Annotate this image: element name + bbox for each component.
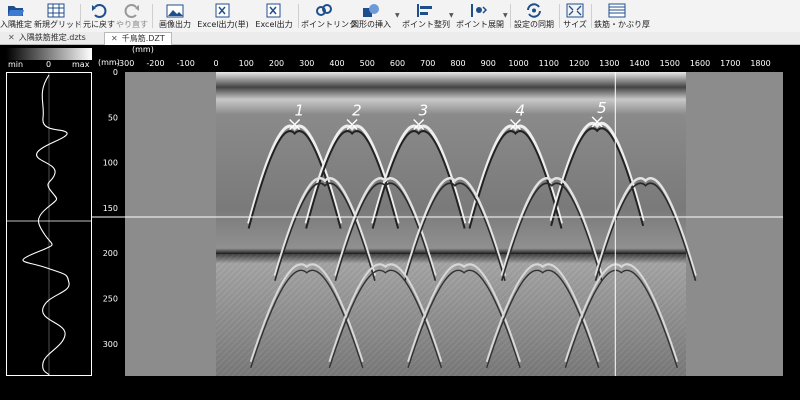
- toolbar-separator: [591, 4, 592, 28]
- x-tick-label: 300: [299, 59, 314, 68]
- toolbar-separator: [559, 4, 560, 28]
- toolbar-item-0[interactable]: 入隅推定: [0, 1, 32, 31]
- toolbar-item-label: 図形の挿入: [351, 20, 391, 29]
- toolbar-item-9[interactable]: ポイント整列: [402, 1, 450, 31]
- shape-icon: [363, 4, 379, 17]
- tab-入隅鉄筋推定[interactable]: ✕ 入隅鉄筋推定.dzts: [2, 32, 102, 44]
- x-tick-label: -300: [116, 59, 134, 68]
- toolbar-item-label: 画像出力: [159, 20, 191, 29]
- x-tick-label: 1400: [629, 59, 649, 68]
- toolbar-item-label: 元に戻す: [83, 20, 115, 29]
- undo-icon: [92, 4, 107, 18]
- y-tick-label: 250: [103, 295, 118, 304]
- toolbar-item-1[interactable]: 新規グリッド: [34, 1, 82, 31]
- toolbar-separator: [510, 4, 511, 28]
- chevron-down-icon[interactable]: ▼: [395, 12, 400, 19]
- toolbar-item-label: 鉄筋・かぶり厚: [594, 20, 650, 29]
- x-tick-label: 800: [450, 59, 465, 68]
- toolbar-item-label: ポイント展開: [456, 20, 504, 29]
- rebar-icon: [608, 3, 626, 18]
- toolbar-item-label: ポイントリンク: [301, 20, 357, 29]
- toolbar-item-7[interactable]: ポイントリンク: [301, 1, 357, 31]
- y-tick-label: 100: [103, 159, 118, 168]
- y-tick-label: 50: [108, 113, 118, 122]
- toolbar-item-label: Excel出力(単): [197, 20, 249, 29]
- image-export-icon: [166, 4, 184, 18]
- y-tick-label: 150: [103, 204, 118, 213]
- toolbar-item-2[interactable]: 元に戻す: [83, 1, 115, 31]
- toolbar-item-label: サイズ: [563, 20, 587, 29]
- toolbar-item-6[interactable]: Excel出力: [253, 1, 295, 31]
- toolbar-item-label: 設定の同期: [514, 20, 554, 29]
- close-icon[interactable]: ✕: [8, 33, 15, 42]
- grid-icon: [47, 3, 65, 18]
- toolbar-separator: [298, 4, 299, 28]
- x-axis-unit: (mm): [132, 45, 154, 54]
- link-icon: [316, 4, 332, 16]
- align-icon: [417, 4, 432, 17]
- point-label: 5: [597, 99, 607, 117]
- radargram-view[interactable]: (mm) (mm) -300 -200 -100 0 100 200 300 400 500 60…: [0, 44, 800, 400]
- toolbar-separator: [152, 4, 153, 28]
- excel-icon: [266, 3, 281, 18]
- x-tick-label: -100: [177, 59, 195, 68]
- chevron-down-icon[interactable]: ▼: [503, 12, 508, 19]
- toolbar-item-label: 入隅推定: [0, 20, 32, 29]
- x-axis-ticks: -300 -200 -100 0 100 200 300 400 500 600 700 800 900…: [116, 59, 771, 68]
- x-tick-label: 500: [360, 59, 375, 68]
- x-tick-label: 400: [329, 59, 344, 68]
- folder-open-icon: [8, 6, 24, 16]
- x-tick-label: 0: [213, 59, 218, 68]
- point-label: 4: [515, 102, 525, 120]
- point-label: 2: [352, 102, 362, 120]
- x-tick-label: 1500: [660, 59, 680, 68]
- x-tick-label: 1200: [569, 59, 589, 68]
- x-tick-label: 100: [239, 59, 254, 68]
- toolbar-item-label: 新規グリッド: [34, 20, 82, 29]
- tab-label: 入隅鉄筋推定.dzts: [18, 33, 86, 42]
- point-label: 3: [419, 102, 429, 120]
- excel-single-icon: [215, 3, 230, 18]
- close-icon[interactable]: ✕: [111, 34, 118, 43]
- sync-icon: [527, 3, 541, 18]
- toolbar-item-11[interactable]: 設定の同期: [513, 1, 555, 31]
- toolbar-item-13[interactable]: 鉄筋・かぶり厚: [594, 1, 650, 31]
- x-tick-label: 600: [390, 59, 405, 68]
- x-tick-label: 900: [481, 59, 496, 68]
- redo-icon: [124, 4, 139, 18]
- y-tick-label: 200: [103, 249, 118, 258]
- toolbar-item-4[interactable]: 画像出力: [156, 1, 194, 31]
- x-tick-label: 1300: [599, 59, 619, 68]
- toolbar-item-label: ポイント整列: [402, 20, 450, 29]
- x-tick-label: 1800: [750, 59, 770, 68]
- point-label: 1: [295, 102, 305, 120]
- x-tick-label: 200: [269, 59, 284, 68]
- x-tick-label: 700: [420, 59, 435, 68]
- toolbar-item-8[interactable]: 図形の挿入: [349, 1, 393, 31]
- toolbar: 入隅推定 新規グリッド 元に戻す やり直す 画像出力 Excel出力(単) Ex…: [0, 0, 800, 33]
- chevron-down-icon[interactable]: ▼: [449, 12, 454, 19]
- toolbar-separator: [80, 4, 81, 28]
- toolbar-item-12[interactable]: サイズ: [562, 1, 588, 31]
- x-tick-label: 1000: [508, 59, 528, 68]
- expand-icon: [471, 4, 488, 17]
- toolbar-item-5[interactable]: Excel出力(単): [196, 1, 250, 31]
- x-tick-label: 1600: [690, 59, 710, 68]
- toolbar-item-label: やり直す: [116, 20, 148, 29]
- x-tick-label: -200: [146, 59, 164, 68]
- x-tick-label: 1100: [539, 59, 559, 68]
- x-tick-label: 1700: [720, 59, 740, 68]
- toolbar-item-3[interactable]: やり直す: [116, 1, 148, 31]
- toolbar-item-10[interactable]: ポイント展開: [456, 1, 504, 31]
- y-tick-label: 0: [113, 68, 118, 77]
- resize-icon: [566, 3, 584, 18]
- y-tick-label: 300: [103, 340, 118, 349]
- toolbar-item-label: Excel出力: [255, 20, 293, 29]
- tab-label: 千鳥筋.DZT: [121, 34, 165, 43]
- y-axis-ticks: 0 50 100 150 200 250 300: [103, 68, 118, 349]
